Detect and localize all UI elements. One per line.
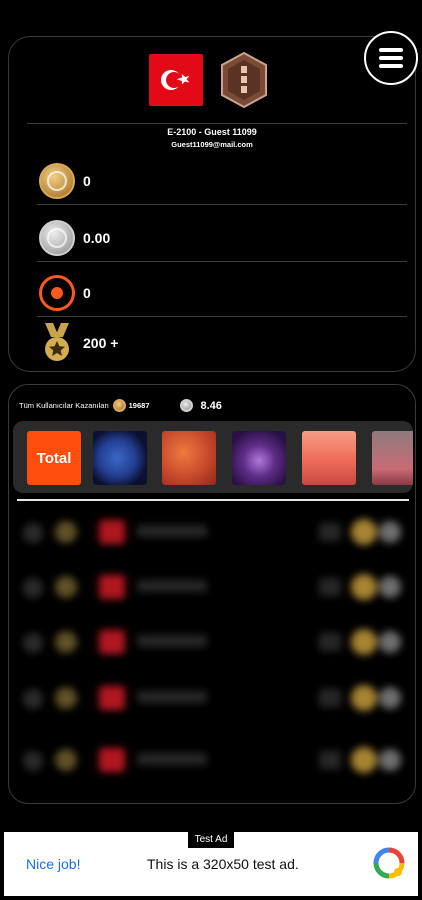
ad-cta[interactable]: Nice job! (26, 856, 80, 872)
hamburger-menu-icon[interactable] (364, 31, 418, 85)
user-email: Guest11099@mail.com (171, 140, 253, 149)
gold-coin-icon (112, 399, 126, 412)
silver-coin-stat: 0.00 (39, 218, 110, 258)
tab-blue-planet[interactable] (93, 431, 147, 485)
tab-purple-planet[interactable] (232, 431, 286, 485)
ad-text: This is a 320x50 test ad. (147, 856, 299, 872)
target-value: 0 (83, 285, 91, 301)
divider (37, 261, 407, 262)
user-id-line: E-2100 - Guest 11099 (167, 127, 257, 137)
rank-badge-icon[interactable] (219, 51, 269, 109)
category-tabs: Total (13, 421, 413, 493)
medal-value: 200 + (83, 335, 119, 351)
board-header: Tüm Kullanıcılar Kazanılan 19687 8.46 (19, 399, 222, 412)
gold-coin-value: 0 (83, 173, 91, 189)
board-silver-total: 8.46 (200, 399, 222, 412)
table-row[interactable] (19, 623, 407, 659)
tab-sunset[interactable] (302, 431, 356, 485)
gold-coin-stat: 0 (39, 161, 91, 201)
divider (27, 123, 407, 124)
tab-total[interactable]: Total (27, 431, 81, 485)
table-row[interactable] (19, 568, 407, 604)
ad-tag: Test Ad (188, 832, 234, 848)
target-icon (39, 275, 75, 311)
divider (37, 316, 407, 317)
target-stat: 0 (39, 273, 91, 313)
board-gold-total: 19687 (128, 401, 150, 410)
medal-icon (45, 323, 69, 361)
tabs-underline (17, 499, 409, 501)
tab-total-label: Total (36, 449, 72, 467)
medal-stat: 200 + (39, 323, 118, 363)
table-row[interactable] (19, 679, 407, 715)
tab-red-planet[interactable] (162, 431, 216, 485)
divider (37, 204, 407, 205)
ad-logo-icon (373, 847, 405, 879)
silver-coin-icon (179, 399, 193, 412)
profile-card: E-2100 - Guest 11099 Guest11099@mail.com… (8, 31, 418, 372)
table-row[interactable] (19, 513, 407, 549)
table-row[interactable] (19, 741, 407, 777)
silver-coin-icon (39, 220, 75, 256)
tab-character[interactable] (372, 431, 413, 485)
turkey-flag-icon (149, 54, 203, 106)
gold-coin-icon (39, 163, 75, 199)
board-label: Tüm Kullanıcılar Kazanılan (19, 401, 109, 410)
silver-coin-value: 0.00 (83, 230, 111, 246)
leaderboard-card: Tüm Kullanıcılar Kazanılan 19687 8.46 To… (8, 384, 416, 804)
